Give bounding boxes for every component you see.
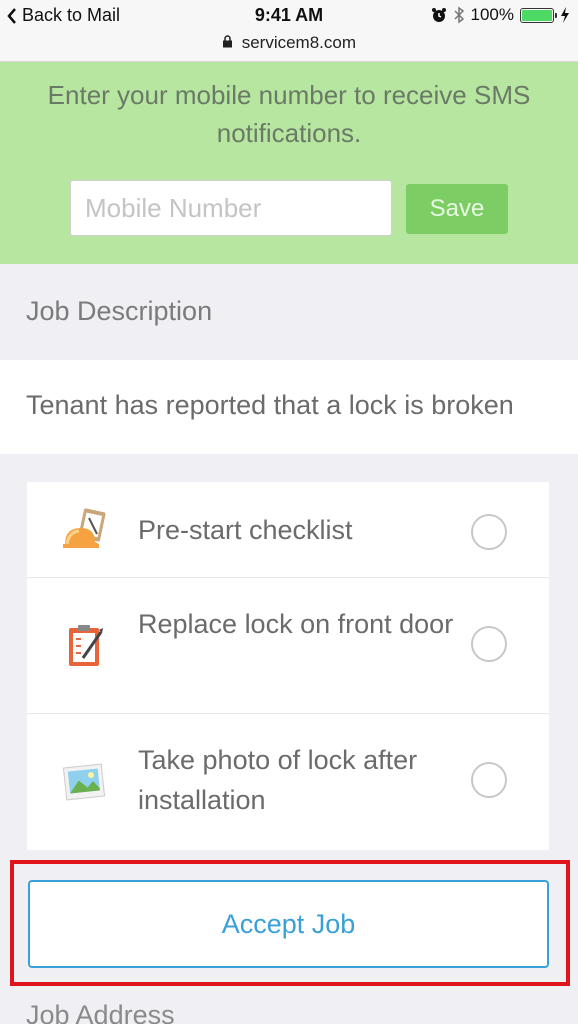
checklist-item[interactable]: Take photo of lock after installation [27, 714, 549, 850]
checklist-item[interactable]: Replace lock on front door [27, 578, 549, 714]
checklist-radio[interactable] [471, 514, 507, 550]
battery-fill [522, 9, 552, 21]
status-indicators: 100% [431, 5, 570, 25]
accept-job-button[interactable]: Accept Job [28, 880, 549, 968]
save-button[interactable]: Save [406, 184, 508, 234]
job-description-title: Job Description [26, 296, 213, 326]
lock-icon [222, 35, 233, 51]
checklist-radio[interactable] [471, 762, 507, 798]
hardhat-clipboard-icon [63, 508, 106, 548]
job-description-row: Tenant has reported that a lock is broke… [0, 360, 578, 454]
charging-bolt-icon [561, 7, 569, 23]
battery-icon [520, 7, 557, 23]
job-description-text: Tenant has reported that a lock is broke… [26, 390, 514, 420]
checklist-item-label: Take photo of lock after installation [138, 745, 418, 815]
status-bar: Back to Mail 9:41 AM 100% [0, 0, 578, 30]
sms-message: Enter your mobile number to receive SMS … [47, 80, 531, 148]
checklist: Pre-start checklist Replace lock on fron… [27, 482, 549, 850]
photo-icon [62, 763, 106, 801]
checklist-item[interactable]: Pre-start checklist [27, 482, 549, 578]
url-text: servicem8.com [241, 33, 357, 52]
alarm-icon [431, 8, 446, 22]
sms-banner: Enter your mobile number to receive SMS … [0, 62, 578, 264]
mobile-number-input[interactable] [70, 180, 392, 236]
job-description-header: Job Description [0, 264, 578, 360]
checklist-item-label: Pre-start checklist [138, 515, 353, 545]
bluetooth-icon [453, 6, 464, 24]
battery-percent: 100% [470, 5, 514, 24]
clipboard-checklist-icon [69, 625, 103, 666]
checklist-radio[interactable] [471, 626, 507, 662]
checklist-item-label: Replace lock on front door [138, 609, 454, 639]
job-address-header: Job Address [26, 1000, 175, 1024]
url-bar[interactable]: servicem8.com [0, 30, 578, 62]
